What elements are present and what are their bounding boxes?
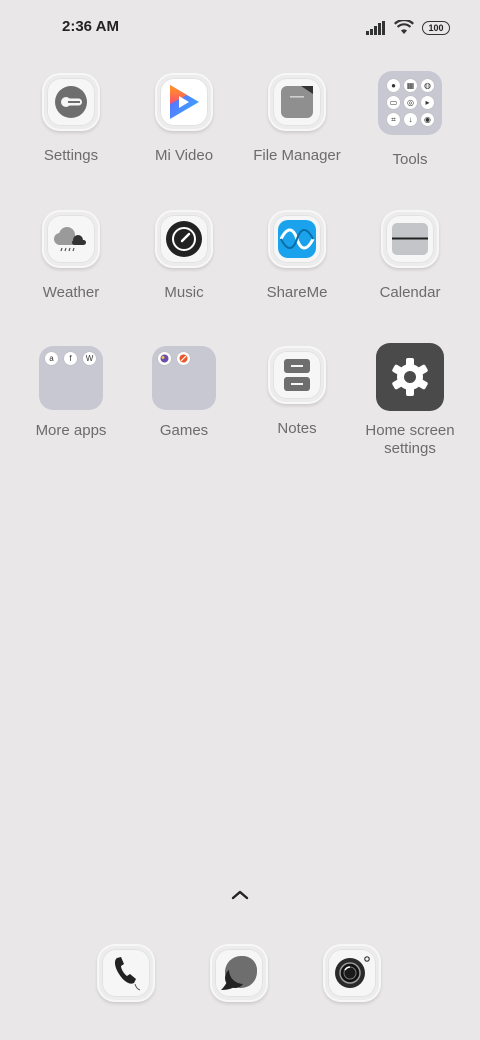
home-screen-settings-label-line2: settings bbox=[384, 440, 436, 457]
facebook-icon: f bbox=[64, 352, 77, 365]
camera-icon bbox=[335, 956, 370, 988]
home-screen-settings-label-line1: Home screen bbox=[365, 422, 455, 439]
folder-games[interactable]: Games bbox=[129, 346, 239, 440]
contacts-icon: ● bbox=[387, 79, 400, 92]
folder-icon bbox=[281, 86, 313, 118]
calendar-app-tile bbox=[381, 210, 439, 268]
weather-app-tile bbox=[42, 210, 100, 268]
messages-icon bbox=[221, 956, 257, 990]
wps-office-icon: W bbox=[83, 352, 96, 365]
dock-messages[interactable] bbox=[210, 944, 268, 1002]
amazon-icon: a bbox=[45, 352, 58, 365]
feedback-icon: ◉ bbox=[421, 113, 434, 126]
dock-phone[interactable] bbox=[97, 944, 155, 1002]
mi-video-play-icon bbox=[170, 85, 199, 119]
mi-video-label: Mi Video bbox=[154, 147, 214, 164]
shareme-label: ShareMe bbox=[266, 284, 328, 301]
more-apps-folder-tile: a f W bbox=[39, 346, 103, 410]
messages-app-tile bbox=[210, 944, 268, 1002]
music-label: Music bbox=[164, 284, 204, 301]
chevron-up-icon[interactable] bbox=[228, 888, 252, 902]
file-manager-label: File Manager bbox=[253, 147, 341, 164]
app-mi-video[interactable]: Mi Video bbox=[129, 73, 239, 165]
compass-icon: ◎ bbox=[404, 96, 417, 109]
weather-icon bbox=[54, 227, 86, 252]
home-screen-settings-tile bbox=[376, 343, 444, 411]
tools-folder-tile: ● ▦ ◍ ▭ ◎ ▸ ⌗ ↓ ◉ bbox=[378, 71, 442, 135]
status-icons: 100 bbox=[366, 20, 450, 35]
calculator-icon: ▭ bbox=[387, 96, 400, 109]
music-app-tile bbox=[155, 210, 213, 268]
games-folder-tile bbox=[152, 346, 216, 410]
app-music[interactable]: Music bbox=[129, 210, 239, 302]
signal-icon bbox=[366, 20, 385, 35]
game-icon-1 bbox=[158, 352, 171, 365]
phone-app-tile bbox=[97, 944, 155, 1002]
home-screen-settings-label: Home screen settings bbox=[355, 422, 465, 458]
status-bar: 2:36 AM 100 bbox=[0, 0, 480, 56]
settings-label: Settings bbox=[43, 147, 99, 164]
camera-app-tile bbox=[323, 944, 381, 1002]
battery-icon: 100 bbox=[422, 20, 450, 35]
scanner-icon: ⌗ bbox=[387, 113, 400, 126]
shareme-icon bbox=[278, 220, 316, 258]
settings-icon bbox=[55, 86, 87, 118]
notes-label: Notes bbox=[277, 420, 317, 437]
app-shareme[interactable]: ShareMe bbox=[242, 210, 352, 302]
music-icon bbox=[166, 221, 202, 257]
status-time: 2:36 AM bbox=[62, 18, 119, 35]
recorder-icon: ↓ bbox=[404, 113, 417, 126]
wifi-icon bbox=[394, 20, 414, 34]
app-settings[interactable]: Settings bbox=[16, 73, 126, 165]
app-home-screen-settings[interactable]: Home screen settings bbox=[355, 343, 465, 458]
download-icon: ▸ bbox=[421, 96, 434, 109]
app-notes[interactable]: Notes bbox=[242, 346, 352, 438]
gear-icon bbox=[392, 358, 428, 396]
dock-camera[interactable] bbox=[323, 944, 381, 1002]
apps-grid-icon: ▦ bbox=[404, 79, 417, 92]
app-weather[interactable]: Weather bbox=[16, 210, 126, 302]
browser-icon: ◍ bbox=[421, 79, 434, 92]
more-apps-label: More apps bbox=[35, 422, 107, 439]
notes-icon bbox=[284, 359, 310, 391]
settings-app-tile bbox=[42, 73, 100, 131]
game-icon-2 bbox=[177, 352, 190, 365]
games-label: Games bbox=[159, 422, 209, 439]
file-manager-app-tile bbox=[268, 73, 326, 131]
app-file-manager[interactable]: File Manager bbox=[242, 73, 352, 165]
folder-tools[interactable]: ● ▦ ◍ ▭ ◎ ▸ ⌗ ↓ ◉ Tools bbox=[355, 71, 465, 169]
weather-label: Weather bbox=[42, 284, 100, 301]
shareme-app-tile bbox=[268, 210, 326, 268]
calendar-label: Calendar bbox=[379, 284, 441, 301]
mi-video-app-tile bbox=[155, 73, 213, 131]
folder-more-apps[interactable]: a f W More apps bbox=[16, 346, 126, 440]
phone-icon bbox=[114, 957, 141, 991]
calendar-icon bbox=[392, 223, 428, 255]
notes-app-tile bbox=[268, 346, 326, 404]
app-calendar[interactable]: Calendar bbox=[355, 210, 465, 302]
tools-label: Tools bbox=[392, 151, 428, 168]
